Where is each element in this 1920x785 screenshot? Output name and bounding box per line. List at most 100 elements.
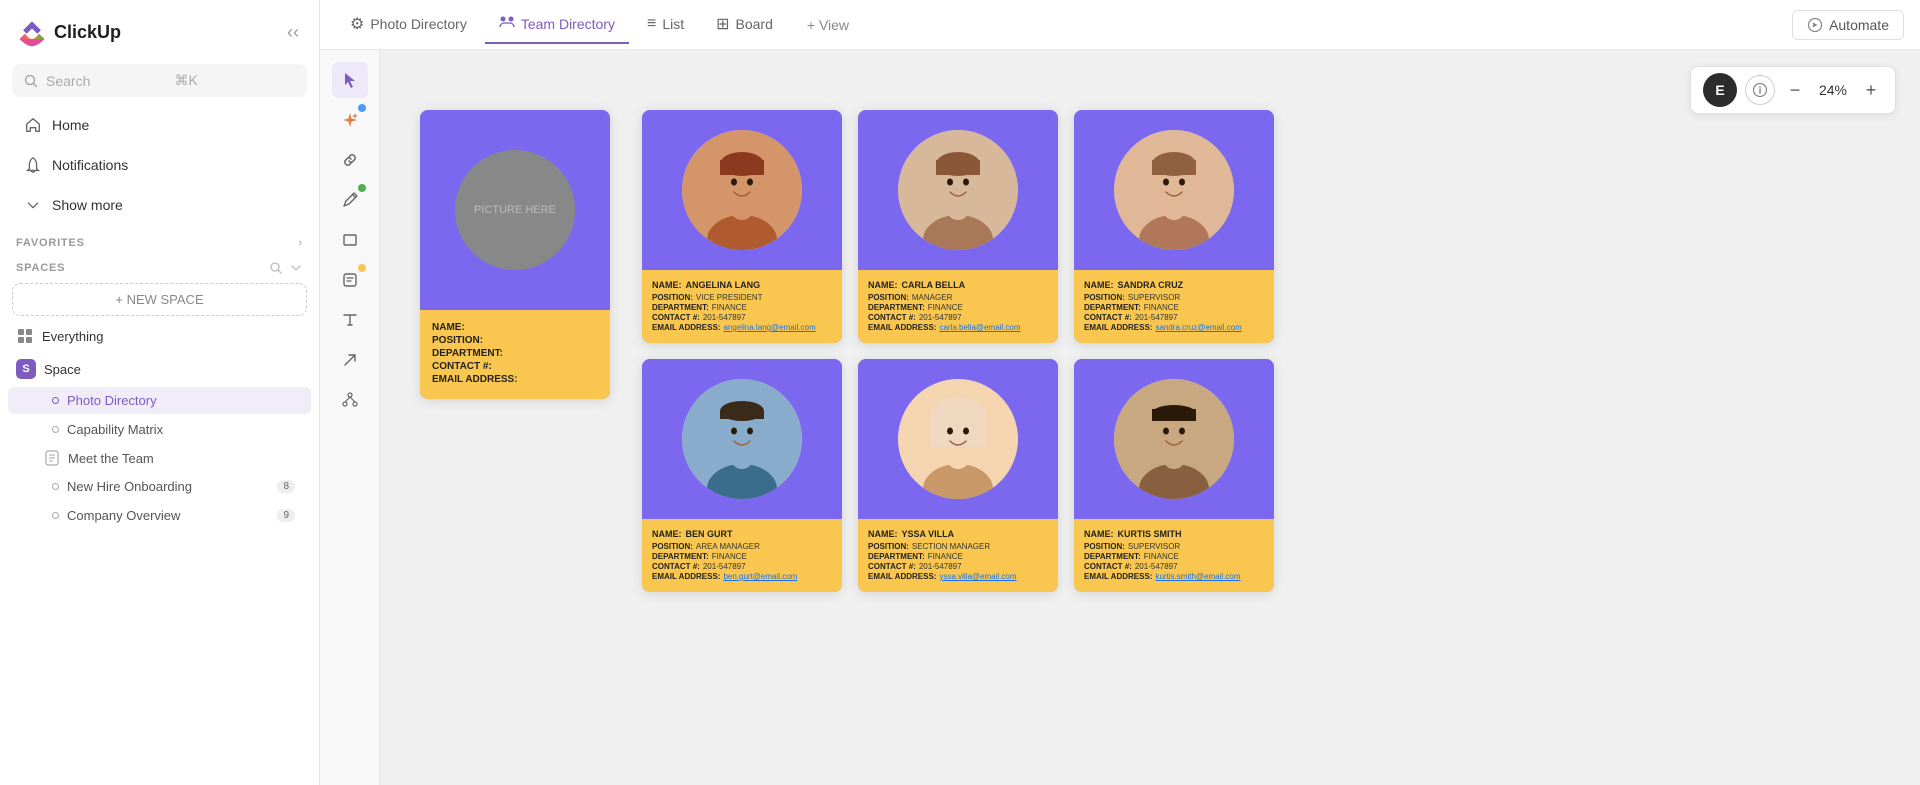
tab-team-directory[interactable]: Team Directory bbox=[485, 5, 629, 44]
new-space-button[interactable]: + NEW SPACE bbox=[12, 283, 307, 316]
sidebar-item-notifications[interactable]: Notifications bbox=[8, 146, 311, 184]
name-label: NAME: bbox=[652, 280, 682, 290]
person-avatar-yssa-villa bbox=[898, 379, 1018, 499]
person-card-bottom-yssa-villa: NAME: YSSA VILLA POSITION: SECTION MANAG… bbox=[858, 519, 1058, 592]
name-label: NAME: bbox=[868, 280, 898, 290]
tool-note[interactable] bbox=[332, 262, 368, 298]
sidebar-item-meet-the-team[interactable]: Meet the Team bbox=[0, 444, 319, 472]
tool-text[interactable] bbox=[332, 302, 368, 338]
department-label: DEPARTMENT: bbox=[1084, 303, 1141, 312]
tab-board[interactable]: ⊞ Board bbox=[702, 6, 787, 44]
person-name-sandra-cruz: SANDRA CRUZ bbox=[1118, 280, 1184, 290]
email-label: EMAIL ADDRESS: bbox=[868, 572, 936, 581]
user-avatar[interactable]: E bbox=[1703, 73, 1737, 107]
person-card-sandra-cruz: NAME: SANDRA CRUZ POSITION: SUPERVISOR D… bbox=[1074, 110, 1274, 343]
space-badge: S bbox=[16, 359, 36, 379]
add-view-button[interactable]: + View bbox=[795, 11, 861, 39]
zoom-controls: E − 24% + bbox=[1690, 66, 1896, 114]
home-label: Home bbox=[52, 117, 89, 133]
tool-cursor[interactable] bbox=[332, 62, 368, 98]
sidebar-item-everything[interactable]: Everything bbox=[0, 320, 319, 352]
position-label: POSITION: bbox=[1084, 293, 1125, 302]
person-email-carla-bella[interactable]: carla.bella@email.com bbox=[939, 323, 1020, 332]
person-card-bottom-sandra-cruz: NAME: SANDRA CRUZ POSITION: SUPERVISOR D… bbox=[1074, 270, 1274, 343]
automate-button[interactable]: Automate bbox=[1792, 10, 1904, 40]
email-label: EMAIL ADDRESS: bbox=[868, 323, 936, 332]
company-overview-badge: 9 bbox=[277, 509, 295, 522]
contact-label: CONTACT #: bbox=[652, 562, 700, 571]
person-card-yssa-villa: NAME: YSSA VILLA POSITION: SECTION MANAG… bbox=[858, 359, 1058, 592]
tool-rectangle[interactable] bbox=[332, 222, 368, 258]
tool-link[interactable] bbox=[332, 142, 368, 178]
spaces-actions[interactable] bbox=[269, 261, 303, 275]
left-toolbar bbox=[320, 50, 380, 785]
tool-sparkle[interactable] bbox=[332, 102, 368, 138]
chevron-down-icon bbox=[24, 196, 42, 214]
spaces-label: SPACES bbox=[16, 262, 65, 274]
clickup-logo-icon bbox=[16, 16, 48, 48]
tool-pencil[interactable] bbox=[332, 182, 368, 218]
template-email-label: EMAIL ADDRESS: bbox=[432, 374, 518, 385]
department-label: DEPARTMENT: bbox=[652, 552, 709, 561]
sidebar-item-home[interactable]: Home bbox=[8, 106, 311, 144]
sidebar-item-company-overview[interactable]: Company Overview 9 bbox=[8, 502, 311, 529]
tool-network[interactable] bbox=[332, 382, 368, 418]
tool-arrow[interactable] bbox=[332, 342, 368, 378]
person-contact-sandra-cruz: 201-547897 bbox=[1135, 313, 1178, 322]
team-directory-tab-icon bbox=[499, 13, 515, 34]
person-face-yssa-villa bbox=[898, 379, 1018, 499]
person-avatar-sandra-cruz bbox=[1114, 130, 1234, 250]
tab-list[interactable]: ≡ List bbox=[633, 7, 698, 43]
space-label: Space bbox=[44, 362, 81, 377]
position-label: POSITION: bbox=[1084, 542, 1125, 551]
network-icon bbox=[341, 391, 359, 409]
person-contact-ben-gurt: 201-547897 bbox=[703, 562, 746, 571]
template-card-top: PICTURE HERE bbox=[420, 110, 610, 310]
info-button[interactable] bbox=[1745, 75, 1775, 105]
person-position-carla-bella: MANAGER bbox=[912, 293, 952, 302]
collapse-sidebar-button[interactable]: ‹‹ bbox=[283, 18, 303, 47]
search-icon bbox=[24, 74, 38, 88]
list-tab-label: List bbox=[662, 16, 684, 32]
person-card-top bbox=[858, 359, 1058, 519]
person-face-carla-bella bbox=[898, 130, 1018, 250]
template-card: PICTURE HERE NAME: POSITION: DEPARTMENT: bbox=[420, 110, 610, 399]
clickup-logo[interactable]: ClickUp bbox=[16, 16, 121, 48]
everything-label: Everything bbox=[42, 329, 103, 344]
tab-photo-directory[interactable]: ⚙ Photo Directory bbox=[336, 6, 481, 44]
person-email-yssa-villa[interactable]: yssa.villa@email.com bbox=[939, 572, 1016, 581]
person-email-sandra-cruz[interactable]: sandra.cruz@email.com bbox=[1155, 323, 1241, 332]
favorites-expand-icon[interactable]: › bbox=[299, 237, 303, 249]
person-email-kurtis-smith[interactable]: kurtis.smith@email.com bbox=[1155, 572, 1240, 581]
sidebar-item-new-hire-onboarding[interactable]: New Hire Onboarding 8 bbox=[8, 473, 311, 500]
person-department-ben-gurt: FINANCE bbox=[712, 552, 747, 561]
person-card-kurtis-smith: NAME: KURTIS SMITH POSITION: SUPERVISOR … bbox=[1074, 359, 1274, 592]
canvas[interactable]: E − 24% + PICTURE HERE bbox=[380, 50, 1920, 785]
zoom-in-button[interactable]: + bbox=[1859, 78, 1883, 102]
search-bar[interactable]: Search ⌘K bbox=[12, 64, 307, 97]
sidebar-item-capability-matrix[interactable]: Capability Matrix bbox=[8, 416, 311, 443]
person-card-bottom-kurtis-smith: NAME: KURTIS SMITH POSITION: SUPERVISOR … bbox=[1074, 519, 1274, 592]
email-label: EMAIL ADDRESS: bbox=[652, 323, 720, 332]
zoom-out-button[interactable]: − bbox=[1783, 78, 1807, 102]
person-name-kurtis-smith: KURTIS SMITH bbox=[1118, 529, 1182, 539]
sidebar-item-show-more[interactable]: Show more bbox=[8, 186, 311, 224]
sidebar-item-space[interactable]: S Space bbox=[0, 352, 319, 386]
contact-label: CONTACT #: bbox=[652, 313, 700, 322]
name-label: NAME: bbox=[1084, 529, 1114, 539]
link-icon bbox=[341, 151, 359, 169]
contact-label: CONTACT #: bbox=[868, 313, 916, 322]
name-label: NAME: bbox=[868, 529, 898, 539]
person-card-angelina-lang: NAME: ANGELINA LANG POSITION: VICE PRESI… bbox=[642, 110, 842, 343]
zoom-level: 24% bbox=[1815, 82, 1851, 98]
person-department-angelina-lang: FINANCE bbox=[712, 303, 747, 312]
automate-icon bbox=[1807, 17, 1823, 33]
search-shortcut: ⌘K bbox=[175, 72, 296, 89]
person-face-kurtis-smith bbox=[1114, 379, 1234, 499]
sidebar: ClickUp ‹‹ Search ⌘K Home Notifications … bbox=[0, 0, 320, 785]
person-email-ben-gurt[interactable]: ben.gurt@email.com bbox=[723, 572, 797, 581]
person-email-angelina-lang[interactable]: angelina.lang@email.com bbox=[723, 323, 815, 332]
person-card-top bbox=[1074, 359, 1274, 519]
sidebar-item-photo-directory[interactable]: Photo Directory bbox=[8, 387, 311, 414]
photo-directory-label: Photo Directory bbox=[67, 393, 157, 408]
